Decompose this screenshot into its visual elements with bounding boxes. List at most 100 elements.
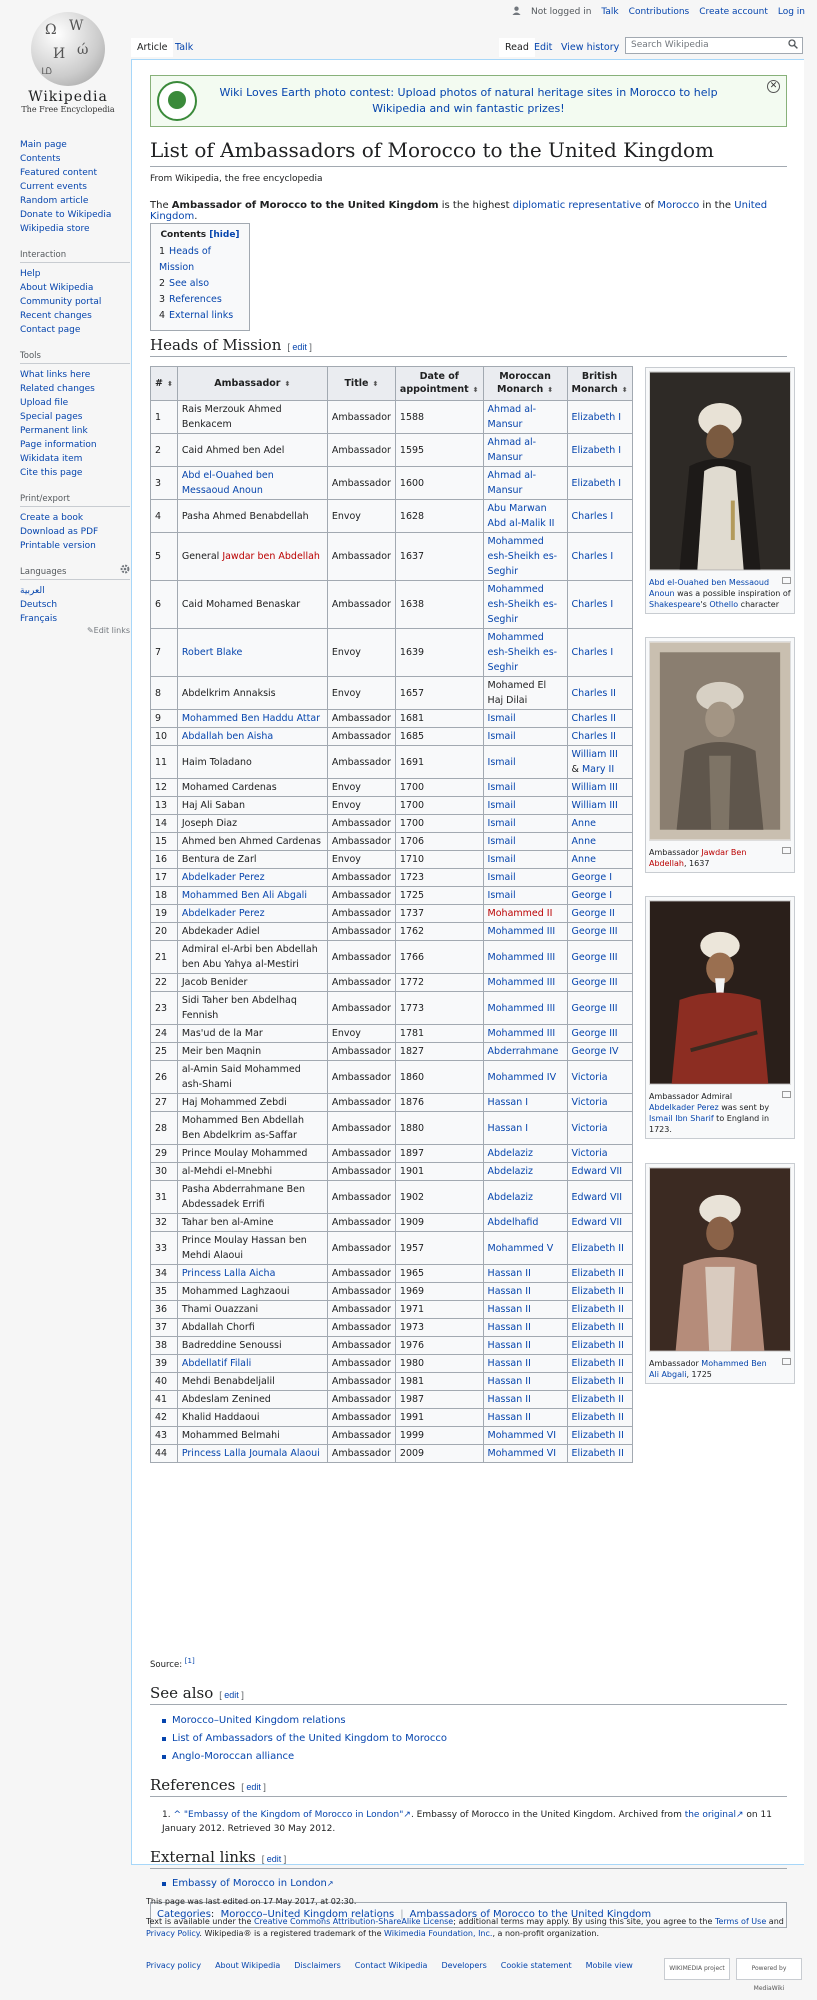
cell-link[interactable]: Abdelaziz (488, 1148, 533, 1159)
toc-item[interactable]: 2 See also (159, 276, 241, 292)
cell-link[interactable]: Ismail (488, 818, 516, 829)
link-diplomatic-representative[interactable]: diplomatic representative (513, 200, 642, 211)
cell-link[interactable]: Elizabeth II (572, 1340, 624, 1351)
toc-hide-toggle[interactable]: [hide] (209, 230, 239, 240)
cell-link[interactable]: Elizabeth I (572, 445, 622, 456)
cell-link[interactable]: Hassan II (488, 1340, 531, 1351)
wikipedia-logo[interactable]: ΩWИώம Wikipedia The Free Encyclopedia (18, 12, 118, 114)
create-account-link[interactable]: Create account (699, 7, 768, 17)
cell-link[interactable]: Abd el-Ouahed ben Messaoud Anoun (182, 470, 274, 496)
toc-link[interactable]: Heads of Mission (159, 246, 211, 273)
cell-link[interactable]: William III (572, 749, 618, 760)
cell-link[interactable]: George IV (572, 1046, 619, 1057)
cell-link[interactable]: Hassan II (488, 1376, 531, 1387)
see-also-link[interactable]: Anglo-Moroccan alliance (172, 1751, 294, 1762)
nav-create-book[interactable]: Create a book (20, 511, 130, 525)
column-header[interactable]: Title ⬍ (326, 366, 396, 401)
cell-link[interactable]: Ismail (488, 836, 516, 847)
cell-link[interactable]: Mohammed esh-Sheikh es-Seghir (488, 632, 558, 673)
figure-link[interactable]: Abdelkader Perez (649, 1103, 719, 1112)
enlarge-icon[interactable] (782, 1091, 791, 1098)
cell-link[interactable]: Elizabeth II (572, 1322, 624, 1333)
cell-link[interactable]: Anne (572, 836, 596, 847)
nav-page-info[interactable]: Page information (20, 438, 130, 452)
sort-arrows-icon[interactable]: ⬍ (473, 386, 479, 394)
cell-link[interactable]: George I (572, 890, 612, 901)
cell-link[interactable]: George III (572, 952, 618, 963)
figure-link[interactable]: Othello (709, 600, 738, 609)
tab-edit[interactable]: Edit (528, 38, 558, 57)
foundation-link[interactable]: Wikimedia Foundation, Inc. (384, 1929, 492, 1938)
column-header[interactable]: Ambassador ⬍ (176, 366, 328, 401)
cell-link[interactable]: Mohammed V (488, 1243, 554, 1254)
cell-link[interactable]: Abdallah ben Aisha (182, 731, 273, 742)
central-notice-banner[interactable]: Wiki Loves Earth photo contest: Upload p… (150, 75, 787, 127)
wikimedia-project-badge[interactable]: WIKIMEDIA project (664, 1958, 730, 1980)
figure-link[interactable]: Shakespeare (649, 600, 700, 609)
cell-link[interactable]: William III (572, 782, 618, 793)
cell-link[interactable]: Charles I (572, 599, 614, 610)
search-input[interactable]: Search Wikipedia (625, 37, 803, 54)
external-link[interactable]: Embassy of Morocco in London (172, 1878, 327, 1889)
privacy-link[interactable]: Privacy Policy (146, 1929, 199, 1938)
toc-link[interactable]: References (169, 294, 222, 305)
cell-link[interactable]: George III (572, 926, 618, 937)
cell-link[interactable]: Robert Blake (182, 647, 243, 658)
nav-wikidata[interactable]: Wikidata item (20, 452, 130, 466)
tab-talk[interactable]: Talk (169, 38, 199, 57)
cell-link[interactable]: Ismail (488, 782, 516, 793)
cell-link[interactable]: Mohammed esh-Sheikh es-Seghir (488, 536, 558, 577)
cell-link[interactable]: Abdelaziz (488, 1166, 533, 1177)
cell-link[interactable]: Abdelaziz (488, 1192, 533, 1203)
cell-link[interactable]: Elizabeth II (572, 1304, 624, 1315)
toc-link[interactable]: External links (169, 310, 233, 321)
cell-link[interactable]: Abdelhafid (488, 1217, 539, 1228)
cell-link[interactable]: George II (572, 908, 615, 919)
nav-contents[interactable]: Contents (20, 152, 130, 166)
log-in-link[interactable]: Log in (778, 7, 805, 17)
nav-contact[interactable]: Contact page (20, 323, 130, 337)
lang-french[interactable]: Français (20, 612, 130, 626)
nav-store[interactable]: Wikipedia store (20, 222, 130, 236)
enlarge-icon[interactable] (782, 577, 791, 584)
cell-link[interactable]: Charles II (572, 688, 616, 699)
nav-special-pages[interactable]: Special pages (20, 410, 130, 424)
footer-developers[interactable]: Developers (441, 1960, 486, 1972)
powered-by-mediawiki-badge[interactable]: Powered by MediaWiki (736, 1958, 802, 1992)
cell-link[interactable]: Victoria (572, 1123, 608, 1134)
nav-printable[interactable]: Printable version (20, 539, 130, 553)
nav-community[interactable]: Community portal (20, 295, 130, 309)
cell-link[interactable]: George III (572, 977, 618, 988)
sort-arrows-icon[interactable]: ⬍ (285, 380, 291, 388)
link-morocco[interactable]: Morocco (657, 200, 699, 211)
cell-link[interactable]: Hassan II (488, 1286, 531, 1297)
cell-link[interactable]: Elizabeth II (572, 1243, 624, 1254)
cell-link[interactable]: Hassan I (488, 1097, 529, 1108)
cell-link[interactable]: Charles I (572, 511, 614, 522)
cell-link[interactable]: Hassan I (488, 1123, 529, 1134)
cell-link[interactable]: Victoria (572, 1148, 608, 1159)
nav-help[interactable]: Help (20, 267, 130, 281)
cell-link[interactable]: Charles I (572, 551, 614, 562)
footer-about[interactable]: About Wikipedia (215, 1960, 280, 1972)
footer-privacy-policy[interactable]: Privacy policy (146, 1960, 201, 1972)
cell-link[interactable]: Ismail (488, 890, 516, 901)
cell-link[interactable]: Mohammed esh-Sheikh es-Seghir (488, 584, 558, 625)
cell-link[interactable]: Mohammed III (488, 952, 556, 963)
edit-links-row[interactable]: ✎Edit links (20, 626, 130, 635)
nav-download-pdf[interactable]: Download as PDF (20, 525, 130, 539)
nav-about[interactable]: About Wikipedia (20, 281, 130, 295)
edit-link[interactable]: edit (246, 1782, 261, 1792)
cell-link[interactable]: Ismail (488, 757, 516, 768)
edit-link[interactable]: edit (267, 1854, 282, 1864)
cell-link[interactable]: Hassan II (488, 1394, 531, 1405)
portrait-abgali-image[interactable] (649, 1167, 791, 1352)
nav-donate[interactable]: Donate to Wikipedia (20, 208, 130, 222)
cell-link[interactable]: Ahmad al-Mansur (488, 470, 537, 496)
terms-link[interactable]: Terms of Use (715, 1917, 766, 1926)
cell-link[interactable]: Ismail (488, 713, 516, 724)
figure-link[interactable]: Ismail Ibn Sharif (649, 1114, 714, 1123)
lang-german[interactable]: Deutsch (20, 598, 130, 612)
cell-link[interactable]: Elizabeth II (572, 1430, 624, 1441)
toc-item[interactable]: 3 References (159, 292, 241, 308)
